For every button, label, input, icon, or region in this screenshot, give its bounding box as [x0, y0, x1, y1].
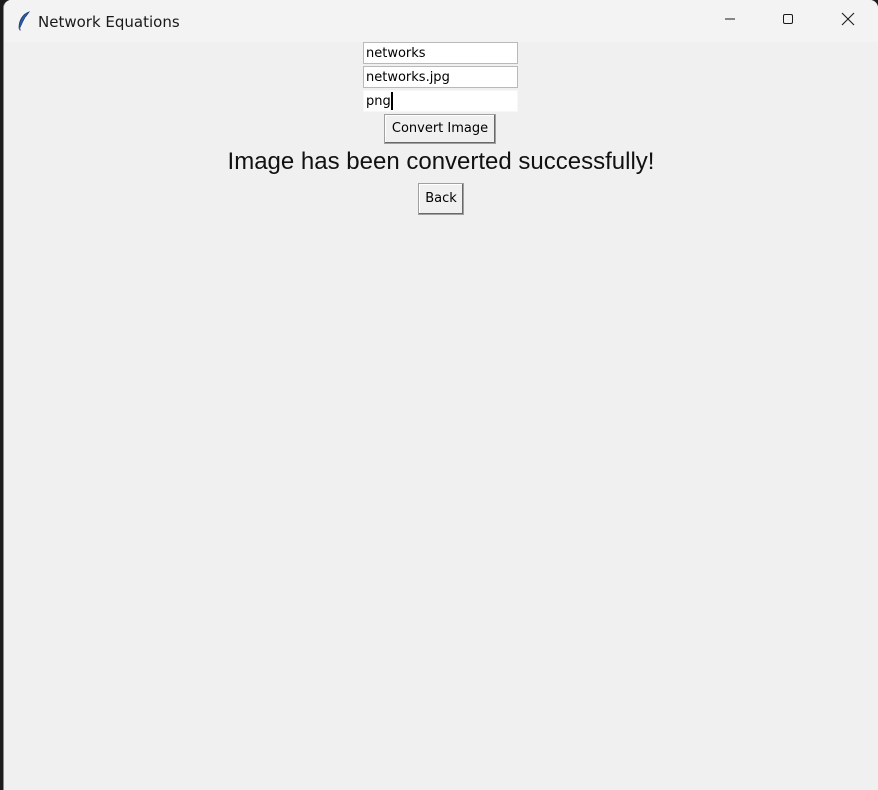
filename-input[interactable] — [363, 42, 518, 64]
status-message: Image has been converted successfully! — [227, 148, 655, 175]
title-bar[interactable]: Network Equations — [4, 0, 878, 42]
feather-icon — [16, 11, 32, 32]
window-title: Network Equations — [38, 13, 180, 31]
source-file-input[interactable] — [363, 66, 518, 88]
format-input[interactable] — [363, 90, 518, 112]
app-window: Network Equations Convert Image Image ha… — [3, 0, 878, 790]
maximize-icon — [782, 12, 794, 30]
text-cursor — [391, 92, 393, 110]
main-content: Convert Image Image has been converted s… — [4, 42, 878, 790]
close-icon — [841, 12, 855, 31]
close-button[interactable] — [819, 0, 877, 42]
convert-image-button[interactable]: Convert Image — [384, 114, 496, 144]
minimize-icon — [724, 12, 736, 30]
maximize-button[interactable] — [759, 0, 817, 42]
back-button[interactable]: Back — [418, 183, 464, 215]
minimize-button[interactable] — [701, 0, 759, 42]
